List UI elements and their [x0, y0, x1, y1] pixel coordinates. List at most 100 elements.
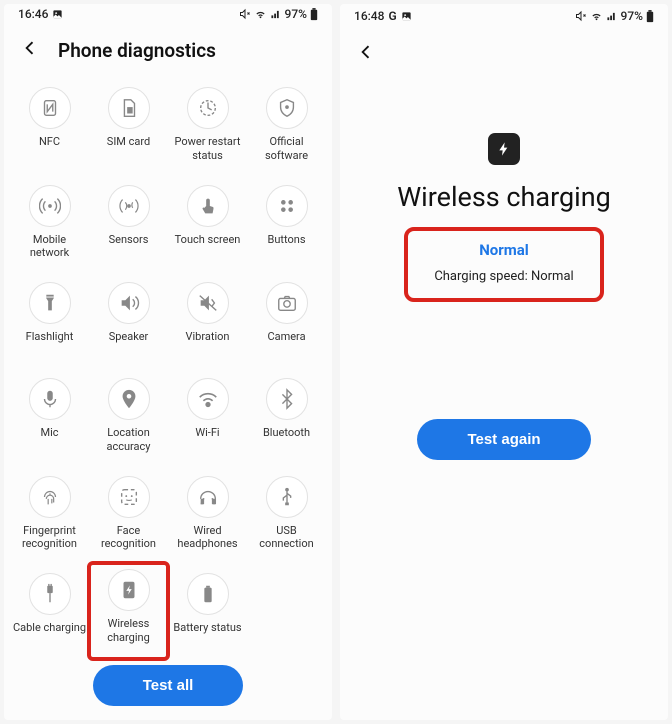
result-highlight: Normal Charging speed: Normal — [404, 227, 603, 302]
battery-icon — [310, 8, 318, 21]
diag-item-sensors[interactable]: Sensors — [89, 177, 168, 271]
mic-icon — [29, 378, 71, 420]
status-battery: 97% — [285, 7, 307, 21]
diag-label: NFC — [39, 135, 60, 161]
bolt-icon — [488, 133, 520, 165]
signal-icon — [270, 9, 282, 20]
diag-label: Mobile network — [12, 233, 87, 261]
sensors-icon — [108, 185, 150, 227]
power-icon — [187, 87, 229, 129]
fingerprint-icon — [29, 476, 71, 518]
wifi-icon — [254, 9, 267, 20]
result-title: Wireless charging — [397, 181, 611, 213]
bluetooth-icon — [266, 378, 308, 420]
mute-icon — [575, 10, 587, 22]
diag-label: USB connection — [249, 524, 324, 552]
diag-label: Fingerprint recognition — [12, 524, 87, 552]
diag-item-cable[interactable]: Cable charging — [10, 565, 89, 657]
diag-item-bluetooth[interactable]: Bluetooth — [247, 370, 326, 464]
back-button[interactable] — [354, 40, 378, 69]
signal-icon — [606, 11, 618, 22]
status-bar: 16:48 G 97% — [340, 4, 668, 28]
flashlight-icon — [29, 282, 71, 324]
buttons-icon — [266, 185, 308, 227]
gallery-icon — [401, 11, 412, 22]
diag-item-camera[interactable]: Camera — [247, 274, 326, 366]
page-title: Phone diagnostics — [58, 39, 216, 62]
diag-item-speaker[interactable]: Speaker — [89, 274, 168, 366]
camera-icon — [266, 282, 308, 324]
header — [340, 28, 668, 77]
diag-label: Vibration — [186, 330, 230, 356]
diag-label: Location accuracy — [91, 426, 166, 454]
face-icon — [108, 476, 150, 518]
diag-label: Power restart status — [170, 135, 245, 163]
headphones-icon — [187, 476, 229, 518]
diag-label: Cable charging — [13, 621, 86, 647]
diag-label: Sensors — [109, 233, 149, 259]
result-detail: Charging speed: Normal — [434, 269, 573, 284]
diag-label: SIM card — [107, 135, 150, 161]
diag-item-bolt[interactable]: Wireless charging — [87, 561, 170, 661]
touch-icon — [187, 185, 229, 227]
status-time: 16:48 — [354, 9, 384, 23]
header: Phone diagnostics — [4, 24, 332, 73]
bolt-icon — [108, 569, 150, 611]
diag-label: Bluetooth — [263, 426, 310, 452]
speaker-icon — [108, 282, 150, 324]
wifi-icon — [590, 11, 603, 22]
antenna-icon — [29, 185, 71, 227]
back-button[interactable] — [18, 36, 42, 65]
diagnostics-grid: NFC SIM card Power restart status Offici… — [4, 73, 332, 657]
diag-item-usb[interactable]: USB connection — [247, 468, 326, 562]
status-app-indicator: G — [388, 9, 396, 23]
diag-label: Battery status — [173, 621, 241, 647]
wifi-icon — [187, 378, 229, 420]
phone-diagnostics-screen: 16:46 97% Phone diagnostics NFC SIM card… — [4, 4, 332, 720]
diag-item-nfc[interactable]: NFC — [10, 79, 89, 173]
diag-label: Flashlight — [26, 330, 74, 356]
nfc-icon — [29, 87, 71, 129]
diag-label: Mic — [40, 426, 58, 452]
diag-item-face[interactable]: Face recognition — [89, 468, 168, 562]
diag-item-headphones[interactable]: Wired headphones — [168, 468, 247, 562]
diag-item-touch[interactable]: Touch screen — [168, 177, 247, 271]
diag-label: Touch screen — [175, 233, 241, 259]
diag-item-mic[interactable]: Mic — [10, 370, 89, 464]
diag-item-shield[interactable]: Official software — [247, 79, 326, 173]
diag-label: Buttons — [267, 233, 305, 259]
diag-item-flashlight[interactable]: Flashlight — [10, 274, 89, 366]
diag-item-location[interactable]: Location accuracy — [89, 370, 168, 464]
status-time: 16:46 — [18, 7, 48, 21]
diag-label: Camera — [267, 330, 305, 356]
diag-item-antenna[interactable]: Mobile network — [10, 177, 89, 271]
shield-icon — [266, 87, 308, 129]
result-status: Normal — [434, 241, 573, 259]
diag-item-fingerprint[interactable]: Fingerprint recognition — [10, 468, 89, 562]
cable-icon — [29, 573, 71, 615]
test-all-button[interactable]: Test all — [93, 665, 244, 706]
vibration-icon — [187, 282, 229, 324]
test-again-button[interactable]: Test again — [417, 419, 590, 460]
diag-label: Official software — [249, 135, 324, 163]
gallery-icon — [52, 9, 63, 20]
sim-icon — [108, 87, 150, 129]
diag-item-battery[interactable]: Battery status — [168, 565, 247, 657]
battery-icon — [646, 10, 654, 23]
diag-item-sim[interactable]: SIM card — [89, 79, 168, 173]
wireless-charging-result-screen: 16:48 G 97% Wireless charging Normal Cha… — [340, 4, 668, 720]
diag-item-vibration[interactable]: Vibration — [168, 274, 247, 366]
status-bar: 16:46 97% — [4, 4, 332, 24]
mute-icon — [239, 8, 251, 20]
diag-item-buttons[interactable]: Buttons — [247, 177, 326, 271]
diag-label: Wi-Fi — [195, 426, 219, 452]
battery-icon — [187, 573, 229, 615]
diag-label: Wireless charging — [91, 617, 166, 645]
location-icon — [108, 378, 150, 420]
diag-item-power[interactable]: Power restart status — [168, 79, 247, 173]
usb-icon — [266, 476, 308, 518]
status-battery: 97% — [621, 9, 643, 23]
diag-label: Face recognition — [91, 524, 166, 552]
diag-label: Speaker — [109, 330, 149, 356]
diag-item-wifi[interactable]: Wi-Fi — [168, 370, 247, 464]
